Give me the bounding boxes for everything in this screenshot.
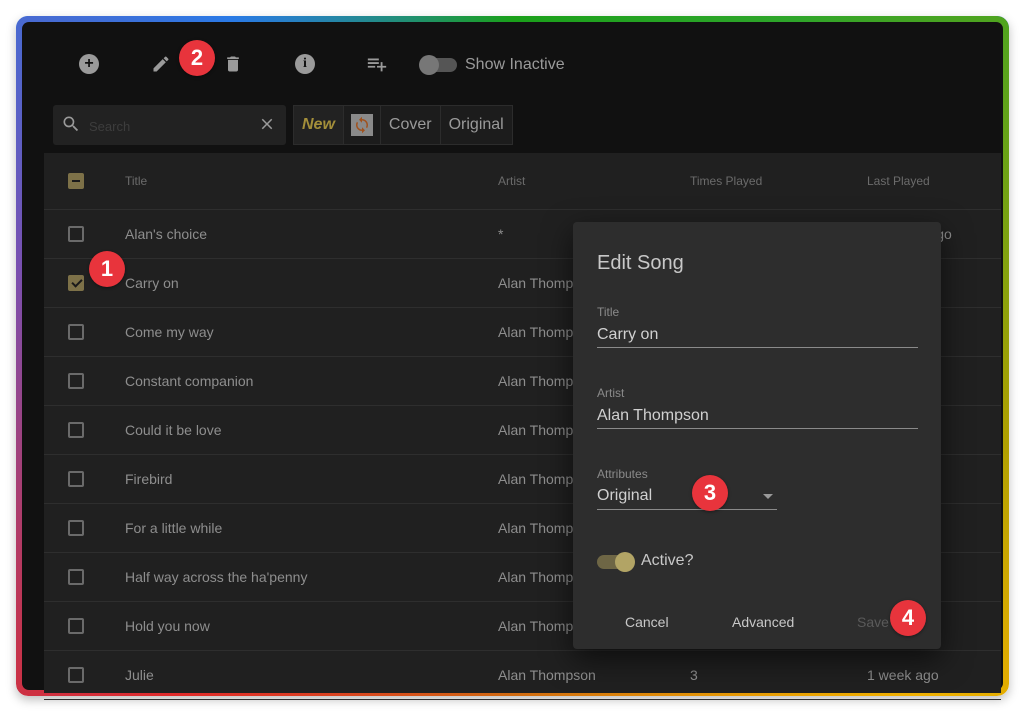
- cell-title: Julie: [125, 667, 154, 683]
- attributes-selected-value: Original: [597, 487, 653, 504]
- annotation-badge-4: 4: [890, 600, 926, 636]
- table-header: Title Artist Times Played Last Played: [44, 153, 1001, 210]
- attributes-field-label: Attributes: [597, 467, 648, 481]
- filter-refresh-button[interactable]: [344, 106, 381, 144]
- header-title[interactable]: Title: [125, 174, 147, 188]
- attributes-select[interactable]: Original: [597, 484, 777, 510]
- chevron-down-icon: [763, 494, 773, 499]
- cell-title: Carry on: [125, 275, 179, 291]
- add-circle-icon[interactable]: +: [77, 52, 101, 76]
- delete-trash-icon[interactable]: [221, 52, 245, 76]
- edit-pencil-icon[interactable]: [149, 52, 173, 76]
- row-checkbox[interactable]: [68, 618, 84, 634]
- artist-field-label: Artist: [597, 386, 625, 400]
- info-icon[interactable]: i: [293, 52, 317, 76]
- row-checkbox[interactable]: [68, 324, 84, 340]
- cell-title: Firebird: [125, 471, 173, 487]
- title-input[interactable]: [597, 322, 918, 348]
- annotation-badge-2: 2: [179, 40, 215, 76]
- cell-title: Constant companion: [125, 373, 254, 389]
- title-field: Title: [597, 305, 918, 348]
- active-label: Active?: [641, 552, 694, 569]
- cell-last-played: 1 week ago: [867, 667, 939, 683]
- search-input[interactable]: [89, 115, 249, 137]
- table-row[interactable]: Julie Alan Thompson 3 1 week ago: [44, 651, 1001, 700]
- filter-new-button[interactable]: New: [294, 106, 344, 144]
- show-inactive-toggle[interactable]: [419, 55, 457, 75]
- show-inactive-label: Show Inactive: [465, 56, 565, 73]
- search-box: [53, 105, 286, 145]
- dialog-title: Edit Song: [597, 252, 684, 274]
- annotation-badge-3: 3: [692, 475, 728, 511]
- header-artist[interactable]: Artist: [498, 174, 525, 188]
- filter-cover-button[interactable]: Cover: [381, 106, 441, 144]
- artist-field: Artist: [597, 386, 918, 429]
- row-checkbox[interactable]: [68, 373, 84, 389]
- header-last-played[interactable]: Last Played: [867, 174, 930, 188]
- select-all-checkbox[interactable]: [68, 173, 84, 189]
- active-toggle[interactable]: [597, 552, 635, 572]
- row-checkbox[interactable]: [68, 226, 84, 242]
- cell-title: Half way across the ha'penny: [125, 569, 308, 585]
- row-checkbox[interactable]: [68, 275, 84, 291]
- edit-song-dialog: Edit Song Title Artist Attributes Origin…: [573, 222, 941, 649]
- cancel-button[interactable]: Cancel: [625, 614, 669, 630]
- cell-artist: Alan Thompson: [498, 667, 596, 683]
- cell-title: For a little while: [125, 520, 223, 536]
- cell-title: Alan's choice: [125, 226, 208, 242]
- row-checkbox[interactable]: [68, 569, 84, 585]
- filter-original-button[interactable]: Original: [441, 106, 512, 144]
- row-checkbox[interactable]: [68, 422, 84, 438]
- cell-artist: *: [498, 226, 504, 242]
- cell-title: Hold you now: [125, 618, 210, 634]
- filter-bar: New Cover Original: [293, 105, 513, 145]
- annotation-badge-1: 1: [89, 251, 125, 287]
- refresh-icon: [350, 114, 373, 136]
- save-button[interactable]: Save: [857, 614, 889, 630]
- cell-title: Come my way: [125, 324, 214, 340]
- header-times-played[interactable]: Times Played: [690, 174, 762, 188]
- artist-input[interactable]: [597, 403, 918, 429]
- row-checkbox[interactable]: [68, 520, 84, 536]
- advanced-button[interactable]: Advanced: [732, 614, 794, 630]
- row-checkbox[interactable]: [68, 471, 84, 487]
- search-icon: [61, 114, 81, 139]
- cell-title: Could it be love: [125, 422, 222, 438]
- title-field-label: Title: [597, 305, 620, 319]
- row-checkbox[interactable]: [68, 667, 84, 683]
- clear-search-icon[interactable]: [258, 115, 276, 133]
- playlist-add-icon[interactable]: [365, 52, 389, 76]
- attributes-field: Attributes Original: [597, 467, 918, 510]
- cell-times-played: 3: [690, 667, 698, 683]
